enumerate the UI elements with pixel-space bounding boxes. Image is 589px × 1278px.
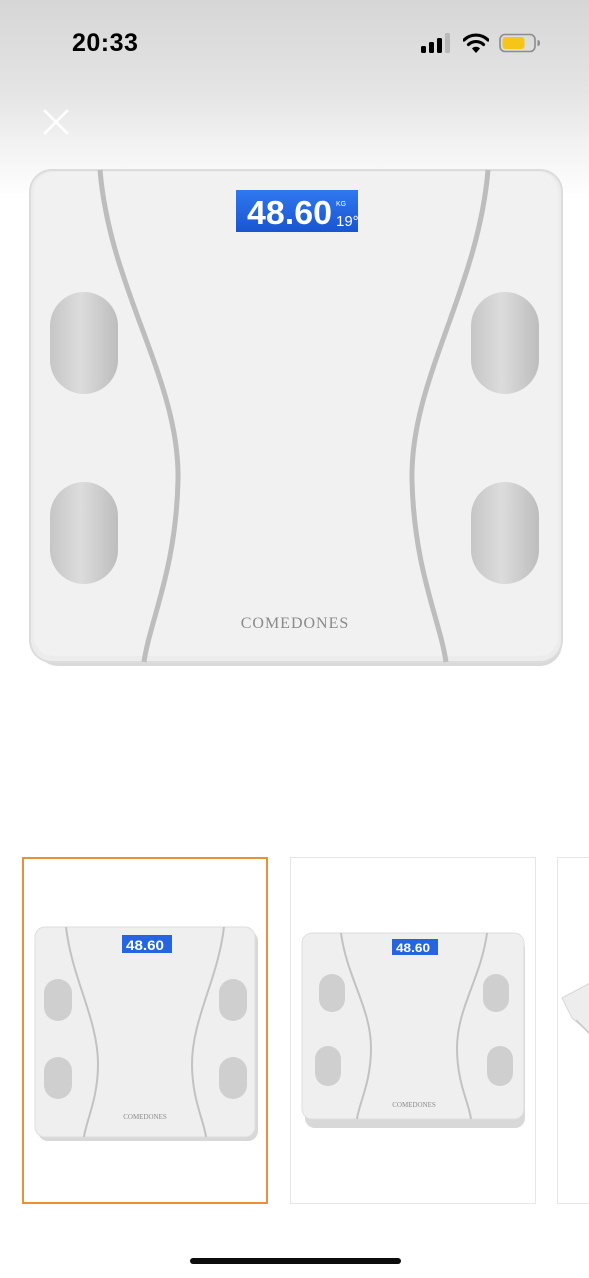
battery-icon <box>499 33 540 53</box>
status-time: 20:33 <box>72 29 139 57</box>
electrode-pad <box>471 482 539 584</box>
thumbnail-2[interactable]: 48.60 COMEDONES <box>290 857 536 1204</box>
close-button[interactable] <box>36 102 76 142</box>
svg-text:48.60: 48.60 <box>396 941 430 955</box>
lcd-temp: 19° <box>336 213 359 230</box>
thumbnail-scale-image <box>561 982 589 1035</box>
brand-logo: COMEDONES <box>241 615 350 632</box>
electrode-pad <box>50 292 118 394</box>
product-image[interactable]: 48.60 KG 19° COMEDONES <box>0 150 589 710</box>
thumbnail-1[interactable]: 48.60 COMEDONES <box>22 857 268 1204</box>
thumbnail-scale-image: 48.60 COMEDONES <box>301 932 525 1128</box>
close-icon <box>43 109 69 135</box>
svg-text:48.60: 48.60 <box>126 937 164 953</box>
thumbnail-scale-image: 48.60 COMEDONES <box>34 926 258 1141</box>
cellular-signal-icon <box>421 33 450 53</box>
status-bar: 20:33 <box>0 0 589 90</box>
wifi-icon <box>463 33 489 53</box>
lcd-reading: 48.60 <box>247 194 332 231</box>
svg-text:COMEDONES: COMEDONES <box>392 1101 436 1109</box>
electrode-pad <box>50 482 118 584</box>
bathroom-scale-illustration: 48.60 KG 19° COMEDONES <box>29 169 563 666</box>
home-indicator[interactable] <box>190 1258 401 1264</box>
svg-text:COMEDONES: COMEDONES <box>123 1113 167 1121</box>
lcd-unit: KG <box>336 201 346 208</box>
thumbnail-3[interactable] <box>557 857 589 1204</box>
electrode-pad <box>471 292 539 394</box>
